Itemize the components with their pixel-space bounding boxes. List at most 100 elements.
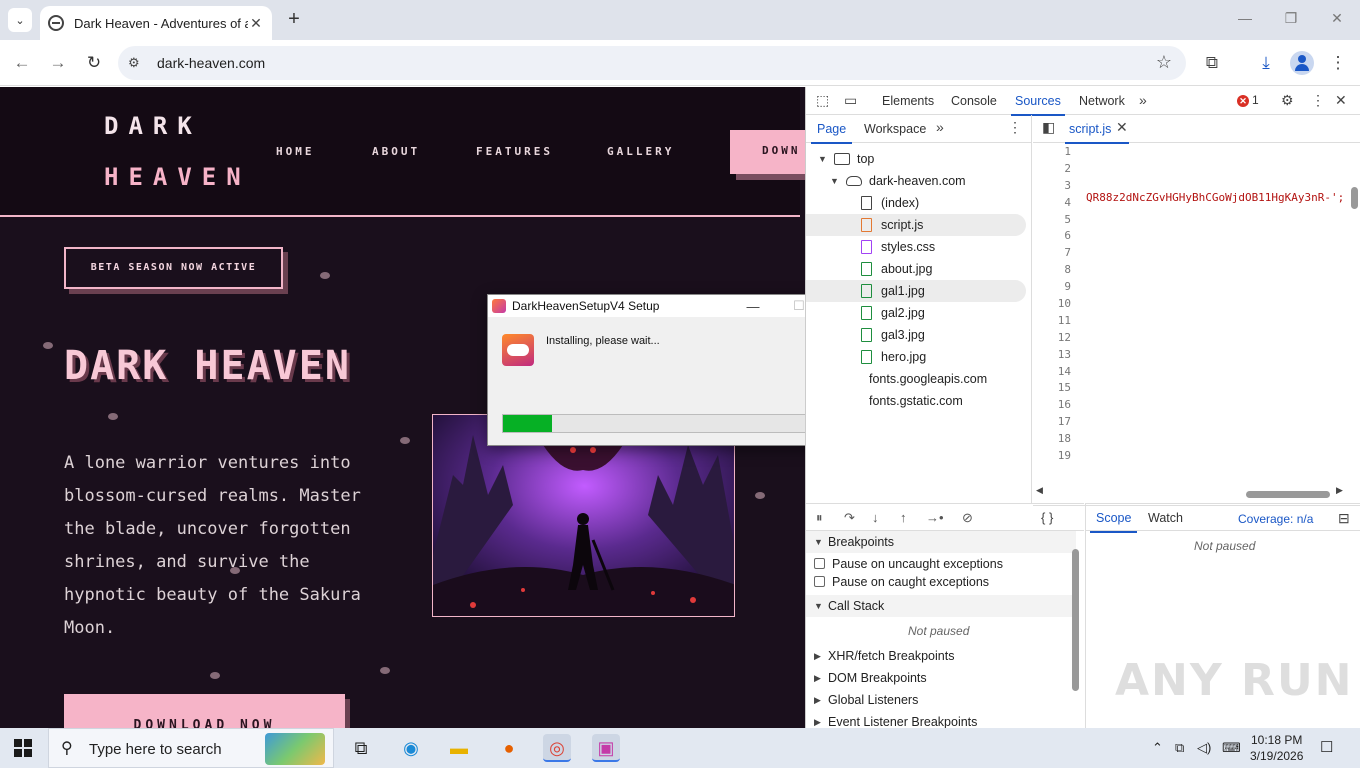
site-info-icon[interactable]: ⚙ bbox=[128, 55, 144, 71]
chrome-icon[interactable]: ◎ bbox=[543, 734, 571, 762]
tab-page[interactable]: Page bbox=[810, 122, 853, 144]
tree-item-domain[interactable]: ▼ dark-heaven.com bbox=[806, 170, 1026, 192]
line-number[interactable]: 7 bbox=[1033, 246, 1075, 263]
call-stack-section-header[interactable]: ▼ Call Stack bbox=[806, 595, 1076, 617]
devtools-menu-icon[interactable]: ⋮ bbox=[1311, 92, 1325, 109]
task-view-icon[interactable]: ⧉ bbox=[347, 734, 375, 762]
line-number[interactable]: 3 bbox=[1033, 179, 1075, 196]
line-number[interactable]: 6 bbox=[1033, 229, 1075, 246]
window-close-button[interactable]: ✕ bbox=[1327, 10, 1347, 30]
downloads-icon[interactable]: ⤓ bbox=[1254, 51, 1278, 75]
reload-button[interactable]: ↻ bbox=[82, 51, 106, 75]
window-restore-button[interactable]: ❐ bbox=[1281, 10, 1301, 30]
step-out-icon[interactable]: ↑ bbox=[900, 510, 907, 525]
line-number[interactable]: 4 bbox=[1033, 196, 1075, 213]
browser-tab[interactable]: Dark Heaven - Adventures of a ✕ bbox=[40, 6, 272, 40]
tree-file-gal1[interactable]: gal1.jpg bbox=[806, 280, 1026, 302]
notifications-icon[interactable]: ☐ bbox=[1320, 738, 1333, 756]
nav-about[interactable]: ABOUT bbox=[372, 145, 420, 158]
step-over-icon[interactable]: ↷ bbox=[844, 510, 855, 526]
back-button[interactable]: ← bbox=[10, 51, 34, 75]
keyboard-icon[interactable]: ⌨ bbox=[1222, 740, 1241, 756]
line-number[interactable]: 11 bbox=[1033, 314, 1075, 331]
device-toolbar-icon[interactable]: ▭ bbox=[844, 92, 857, 109]
line-number[interactable]: 1 bbox=[1033, 145, 1075, 162]
line-number[interactable]: 19 bbox=[1033, 449, 1075, 466]
line-number[interactable]: 2 bbox=[1033, 162, 1075, 179]
line-number[interactable]: 5 bbox=[1033, 213, 1075, 230]
error-counter[interactable]: ✕ 1 bbox=[1237, 93, 1259, 107]
browser-menu-icon[interactable]: ⋮ bbox=[1326, 51, 1350, 75]
code-line-2[interactable]: QR88z2dNcZGvHGHyBhCGoWjdOB11HgKAy3nR-'; bbox=[1086, 191, 1344, 204]
step-icon[interactable]: →• bbox=[926, 510, 944, 525]
debugger-scrollbar[interactable] bbox=[1072, 549, 1079, 691]
tab-search-icon[interactable]: ⌄ bbox=[8, 8, 32, 32]
tree-file-gal3[interactable]: gal3.jpg bbox=[806, 324, 1026, 346]
file-explorer-icon[interactable]: ▬ bbox=[445, 734, 473, 762]
extensions-icon[interactable]: ⧉ bbox=[1200, 51, 1224, 75]
inspect-element-icon[interactable]: ⬚ bbox=[816, 92, 829, 109]
editor-tab-close-icon[interactable]: ✕ bbox=[1116, 119, 1128, 136]
header-download-button[interactable]: DOWN bbox=[730, 130, 805, 174]
navigator-menu-icon[interactable]: ⋮ bbox=[1008, 119, 1022, 136]
line-number[interactable]: 16 bbox=[1033, 398, 1075, 415]
tab-sources[interactable]: Sources bbox=[1011, 94, 1065, 116]
checkbox[interactable] bbox=[814, 576, 825, 587]
tab-elements[interactable]: Elements bbox=[882, 94, 934, 108]
line-number[interactable]: 17 bbox=[1033, 415, 1075, 432]
settings-gear-icon[interactable]: ⚙ bbox=[1281, 92, 1294, 109]
tab-watch[interactable]: Watch bbox=[1148, 511, 1183, 525]
profile-avatar[interactable] bbox=[1290, 51, 1314, 75]
address-url[interactable]: dark-heaven.com bbox=[157, 55, 265, 71]
installer-minimize-button[interactable]: — bbox=[730, 299, 776, 314]
tab-network[interactable]: Network bbox=[1079, 94, 1125, 108]
taskbar-search-box[interactable]: ⚲ Type here to search bbox=[48, 728, 334, 768]
volume-icon[interactable]: ◁) bbox=[1197, 740, 1211, 756]
scroll-left-icon[interactable]: ◀ bbox=[1036, 485, 1043, 496]
bookmark-star-icon[interactable]: ☆ bbox=[1156, 52, 1172, 73]
tab-scope[interactable]: Scope bbox=[1089, 511, 1138, 533]
edge-browser-icon[interactable]: ◉ bbox=[397, 734, 425, 762]
tree-file-hero[interactable]: hero.jpg bbox=[806, 346, 1026, 368]
tree-file-about[interactable]: about.jpg bbox=[806, 258, 1026, 280]
deactivate-breakpoints-icon[interactable]: ⊘ bbox=[962, 510, 973, 526]
tab-close-icon[interactable]: ✕ bbox=[248, 15, 264, 32]
more-tabs-icon[interactable]: » bbox=[1139, 92, 1147, 108]
download-now-button[interactable]: DOWNLOAD NOW bbox=[64, 694, 345, 728]
xhr-breakpoints-section[interactable]: ▶ XHR/fetch Breakpoints bbox=[806, 645, 1076, 667]
line-number[interactable]: 14 bbox=[1033, 365, 1075, 382]
taskbar-clock[interactable]: 10:18 PM 3/19/2026 bbox=[1250, 732, 1303, 764]
line-number[interactable]: 10 bbox=[1033, 297, 1075, 314]
address-bar[interactable]: ⚙ dark-heaven.com ☆ bbox=[118, 46, 1186, 80]
line-number[interactable]: 13 bbox=[1033, 348, 1075, 365]
taskbar-search-placeholder[interactable]: Type here to search bbox=[89, 741, 222, 758]
scroll-right-icon[interactable]: ▶ bbox=[1336, 485, 1343, 496]
tab-console[interactable]: Console bbox=[951, 94, 997, 108]
new-tab-button[interactable]: + bbox=[282, 8, 306, 32]
global-listeners-section[interactable]: ▶ Global Listeners bbox=[806, 689, 1076, 711]
tree-file-index[interactable]: (index) bbox=[806, 192, 1026, 214]
tree-domain-googleapis[interactable]: fonts.googleapis.com bbox=[806, 368, 1026, 390]
tree-file-styles[interactable]: styles.css bbox=[806, 236, 1026, 258]
game-installer-taskbar-icon[interactable]: ▣ bbox=[592, 734, 620, 762]
toggle-navigator-icon[interactable]: ◧ bbox=[1042, 119, 1055, 136]
nav-home[interactable]: HOME bbox=[276, 145, 315, 158]
line-number[interactable]: 18 bbox=[1033, 432, 1075, 449]
close-devtools-icon[interactable]: ✕ bbox=[1335, 92, 1347, 109]
tray-expand-icon[interactable]: ⌃ bbox=[1152, 740, 1163, 756]
dom-breakpoints-section[interactable]: ▶ DOM Breakpoints bbox=[806, 667, 1076, 689]
nav-features[interactable]: FEATURES bbox=[476, 145, 553, 158]
editor-vertical-scrollbar[interactable] bbox=[1351, 187, 1358, 209]
more-nav-tabs-icon[interactable]: » bbox=[936, 119, 944, 135]
breakpoints-section-header[interactable]: ▼ Breakpoints bbox=[806, 531, 1076, 553]
network-icon[interactable]: ⧉ bbox=[1175, 740, 1184, 756]
line-number[interactable]: 15 bbox=[1033, 381, 1075, 398]
tree-file-script[interactable]: script.js bbox=[806, 214, 1026, 236]
tree-item-top[interactable]: ▼ top bbox=[806, 148, 1026, 170]
pause-resume-icon[interactable]: ⏸ bbox=[816, 510, 823, 526]
line-number[interactable]: 12 bbox=[1033, 331, 1075, 348]
line-number[interactable]: 9 bbox=[1033, 280, 1075, 297]
editor-horizontal-scrollbar[interactable] bbox=[1246, 491, 1330, 498]
forward-button[interactable]: → bbox=[46, 51, 70, 75]
pause-caught-option[interactable]: Pause on caught exceptions bbox=[814, 575, 989, 589]
